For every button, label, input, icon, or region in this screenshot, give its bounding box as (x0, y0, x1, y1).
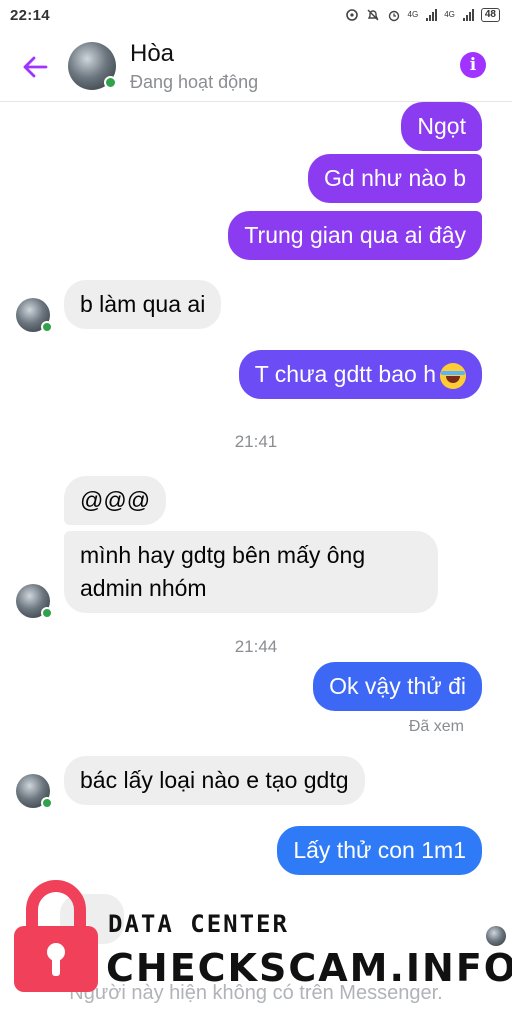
message-outgoing[interactable]: Gd như nào b (308, 154, 482, 203)
network-type-1: 4G (407, 10, 419, 19)
chat-header: Hòa Đang hoạt động i (0, 30, 512, 102)
sender-avatar[interactable] (16, 774, 53, 809)
watermark-subtitle: DATA CENTER (108, 910, 289, 938)
status-bar: 22:14 4G 4G 48 (0, 0, 512, 30)
read-receipt-avatar (486, 926, 506, 946)
message-outgoing[interactable]: Ngọt (401, 102, 482, 151)
message-incoming[interactable]: @@@ (64, 476, 167, 525)
sender-avatar[interactable] (16, 298, 53, 333)
message-outgoing[interactable]: T chưa gdtt bao h (238, 350, 482, 399)
lock-icon (14, 880, 98, 992)
alarm-icon (388, 10, 399, 22)
mute-icon (367, 9, 379, 21)
info-button[interactable]: i (460, 52, 486, 78)
network-type-2: 4G (444, 10, 455, 19)
message-incoming[interactable]: b làm qua ai (64, 280, 222, 329)
info-icon: i (469, 55, 477, 75)
seen-label: Đã xem (408, 718, 464, 735)
online-indicator (104, 76, 117, 89)
online-indicator (41, 321, 53, 333)
back-arrow-icon (23, 56, 48, 78)
online-indicator (41, 607, 53, 619)
online-indicator (41, 797, 53, 809)
message-incoming[interactable]: mình hay gdtg bên mấy ông admin nhóm (64, 531, 438, 613)
contact-status: Đang hoạt động (130, 72, 259, 92)
back-button[interactable] (18, 50, 52, 84)
contact-name[interactable]: Hòa (130, 40, 174, 68)
timestamp: 21:41 (234, 432, 278, 451)
timestamp: 21:44 (234, 637, 278, 656)
laughing-emoji-icon (440, 362, 466, 389)
signal-icon (462, 9, 474, 21)
message-outgoing[interactable]: Trung gian qua ai đây (228, 211, 482, 260)
message-outgoing[interactable]: Lấy thử con 1m1 (277, 826, 482, 875)
signal-icon (426, 9, 438, 21)
contact-avatar[interactable] (68, 42, 117, 90)
status-icons: 4G 4G 48 (345, 8, 500, 22)
sender-avatar[interactable] (16, 584, 53, 619)
clock: 22:14 (10, 6, 50, 24)
message-outgoing[interactable]: Ok vậy thử đi (313, 662, 482, 711)
message-incoming[interactable]: bác lấy loại nào e tạo gdtg (64, 756, 365, 805)
battery-icon: 48 (480, 8, 500, 22)
watermark-title: CHECKSCAM.INFO (106, 946, 512, 990)
hotspot-icon (345, 9, 358, 21)
